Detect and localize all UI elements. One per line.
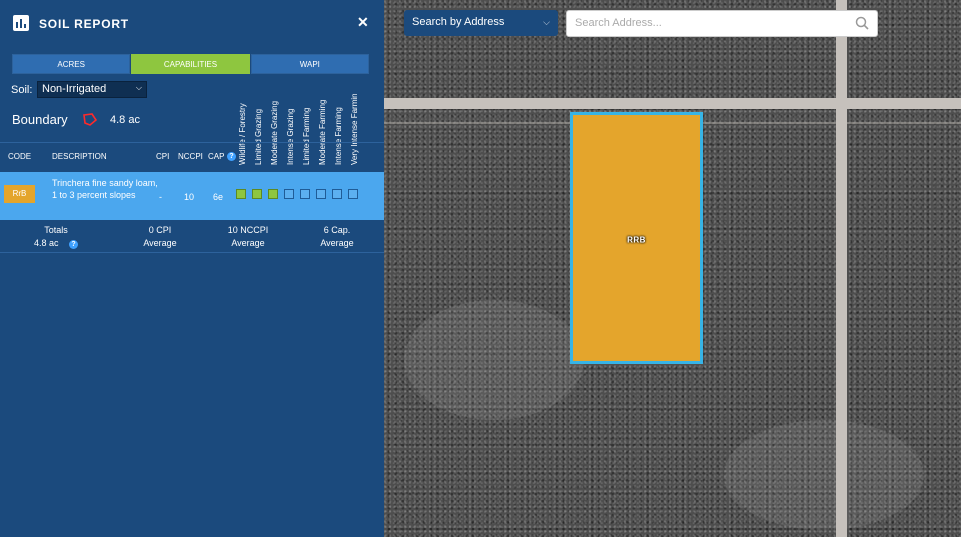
parcel-label: RRB [627,235,646,245]
cap-header: Intense Farming [334,107,343,165]
cap-header: Limited Grazing [254,108,263,165]
boundary-summary: Boundary 4.8 ac [12,112,140,127]
col-cpi[interactable]: CPI [156,152,169,161]
totals-row: Totals 4.8 ac ? 0 CPI Average 10 NCCPI Ave… [0,224,384,250]
road-vertical [836,0,847,537]
tab-acres[interactable]: ACRES [12,54,131,74]
capability-box [236,189,246,199]
capability-box [284,189,294,199]
col-nccpi[interactable]: NCCPI [178,152,203,161]
terrain-patch [724,420,924,530]
table-header: CODE DESCRIPTION CPI NCCPI CAP ? [0,150,384,164]
col-code[interactable]: CODE [8,152,31,161]
capability-box [252,189,262,199]
chevron-down-icon: ⌵ [135,83,142,92]
tab-capabilities[interactable]: CAPABILITIES [131,54,250,74]
chevron-down-icon: ⌵ [543,17,550,27]
capability-box [316,189,326,199]
road-horizontal [384,98,961,109]
cap-header: Wildlife / Forestry [238,103,247,165]
search-mode-label: Search by Address [412,16,505,28]
capability-box [300,189,310,199]
soil-code-badge: RrB [4,185,35,203]
search-mode-select[interactable]: Search by Address ⌵ [404,10,558,36]
row-cpi: - [159,192,162,202]
cap-header: Moderate Farming [318,99,327,165]
soil-type-select[interactable]: Non-Irrigated ⌵ [37,81,147,98]
totals-label-cell: Totals 4.8 ac ? [30,224,82,250]
totals-acres: 4.8 ac [33,238,59,248]
col-cap[interactable]: CAP [208,152,224,161]
cap-header: Moderate Grazing [270,100,279,165]
address-search-input[interactable]: Search Address... [566,10,878,37]
totals-cap: 6 Cap. Average [320,225,354,248]
capability-box [348,189,358,199]
search-placeholder: Search Address... [575,17,662,29]
info-icon[interactable]: ? [69,240,79,249]
soil-type-value: Non-Irrigated [42,83,107,95]
totals-cpi: 0 CPI Average [143,225,177,248]
terrain-patch [404,300,584,420]
totals-nccpi: 10 NCCPI Average [227,225,269,248]
soil-report-panel: SOIL REPORT ✕ ACRES CAPABILITIES WAPI So… [0,0,384,537]
table-row[interactable]: RrB Trinchera fine sandy loam, 1 to 3 pe… [0,172,384,220]
panel-title: SOIL REPORT [39,17,129,31]
soil-description: Trinchera fine sandy loam, 1 to 3 percen… [52,178,158,200]
row-cap: 6e [213,192,224,202]
capability-box [268,189,278,199]
divider [0,142,384,143]
parcel-boundary[interactable]: RRB [570,112,703,364]
row-nccpi: 10 [184,192,195,202]
soil-label: Soil: [11,84,33,96]
boundary-label: Boundary [12,112,68,127]
divider [0,252,384,253]
boundary-shape-icon[interactable] [82,113,98,130]
search-icon[interactable] [855,16,869,33]
boundary-acres: 4.8 ac [110,114,140,126]
report-logo-icon [13,15,29,31]
cap-header: Very Intense Farmin [350,93,359,165]
capability-box [332,189,342,199]
cap-header: Intense Grazing [286,108,295,165]
cap-header: Limited Farming [302,107,311,165]
totals-label: Totals [44,225,68,235]
map-view[interactable]: RRB [384,0,961,537]
help-icon[interactable]: ? [227,151,236,161]
col-description[interactable]: DESCRIPTION [52,152,107,161]
